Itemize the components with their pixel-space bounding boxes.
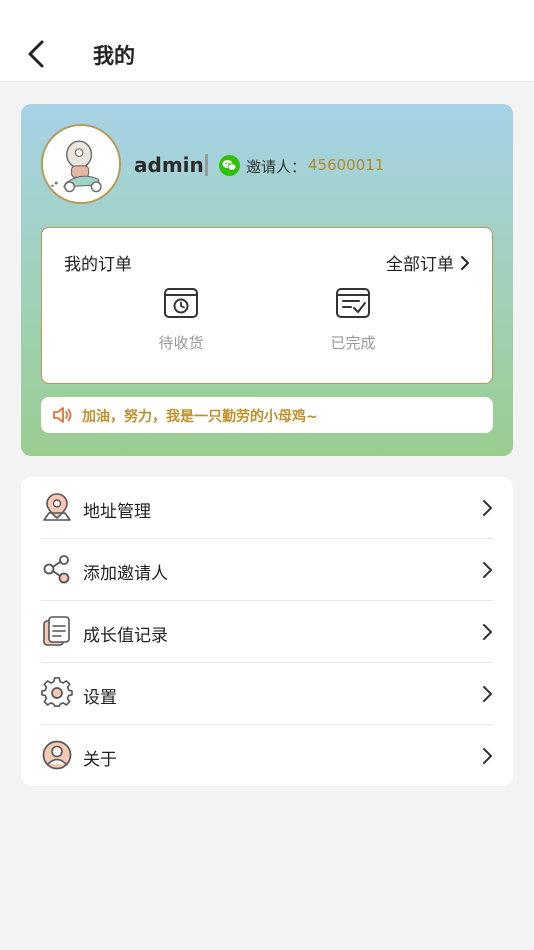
menu-label: 添加邀请人 xyxy=(83,564,168,584)
my-orders-panel: 我的订单 全部订单 待收货 已完成 xyxy=(41,227,493,384)
menu-label: 设置 xyxy=(83,688,117,708)
chevron-right-icon xyxy=(483,624,492,640)
my-orders-title: 我的订单 xyxy=(64,255,132,275)
location-pin-icon xyxy=(43,493,71,521)
username: admin xyxy=(134,153,204,177)
all-orders-link[interactable]: 全部订单 xyxy=(386,250,470,275)
gear-icon xyxy=(41,677,73,707)
menu-item-address-management[interactable]: 地址管理 xyxy=(41,477,493,539)
avatar-illustration xyxy=(44,127,118,201)
completed-list-icon xyxy=(336,288,370,318)
chevron-right-icon xyxy=(483,686,492,702)
back-arrow-icon[interactable] xyxy=(24,38,52,70)
page-title: 我的 xyxy=(93,44,135,68)
order-completed[interactable]: 已完成 xyxy=(308,286,398,353)
menu-item-about[interactable]: 关于 xyxy=(41,725,493,787)
menu-item-add-inviter[interactable]: 添加邀请人 xyxy=(41,539,493,601)
all-orders-label: 全部订单 xyxy=(386,255,454,275)
chevron-right-icon xyxy=(483,500,492,516)
inviter-label: 邀请人： xyxy=(246,158,307,176)
settings-menu: 地址管理 添加邀请人 成长值记录 设置 关于 xyxy=(21,477,513,786)
divider xyxy=(205,154,208,176)
profile-card: admin 邀请人： 45600011 我的订单 全部订单 待收货 已完成 加油… xyxy=(21,104,513,456)
inviter-id: 45600011 xyxy=(308,156,385,174)
notice-bar: 加油，努力，我是一只勤劳的小母鸡~ xyxy=(41,397,493,433)
order-pending-label: 待收货 xyxy=(158,334,204,352)
order-pending-receipt[interactable]: 待收货 xyxy=(136,286,226,353)
menu-label: 地址管理 xyxy=(83,502,151,522)
menu-label: 关于 xyxy=(83,750,117,770)
document-icon xyxy=(43,616,70,646)
menu-item-growth-record[interactable]: 成长值记录 xyxy=(41,601,493,663)
speaker-icon xyxy=(53,407,72,423)
package-clock-icon xyxy=(164,288,198,318)
top-navigation-bar: 我的 xyxy=(0,0,534,82)
user-circle-icon xyxy=(42,740,72,770)
wechat-icon xyxy=(219,155,240,176)
chevron-right-icon xyxy=(483,562,492,578)
chevron-right-icon xyxy=(483,748,492,764)
menu-label: 成长值记录 xyxy=(83,626,168,646)
share-icon xyxy=(43,555,70,584)
notice-text: 加油，努力，我是一只勤劳的小母鸡~ xyxy=(82,409,318,425)
order-completed-label: 已完成 xyxy=(330,334,376,352)
avatar[interactable] xyxy=(41,124,121,204)
menu-item-settings[interactable]: 设置 xyxy=(41,663,493,725)
chevron-right-icon xyxy=(461,255,469,270)
